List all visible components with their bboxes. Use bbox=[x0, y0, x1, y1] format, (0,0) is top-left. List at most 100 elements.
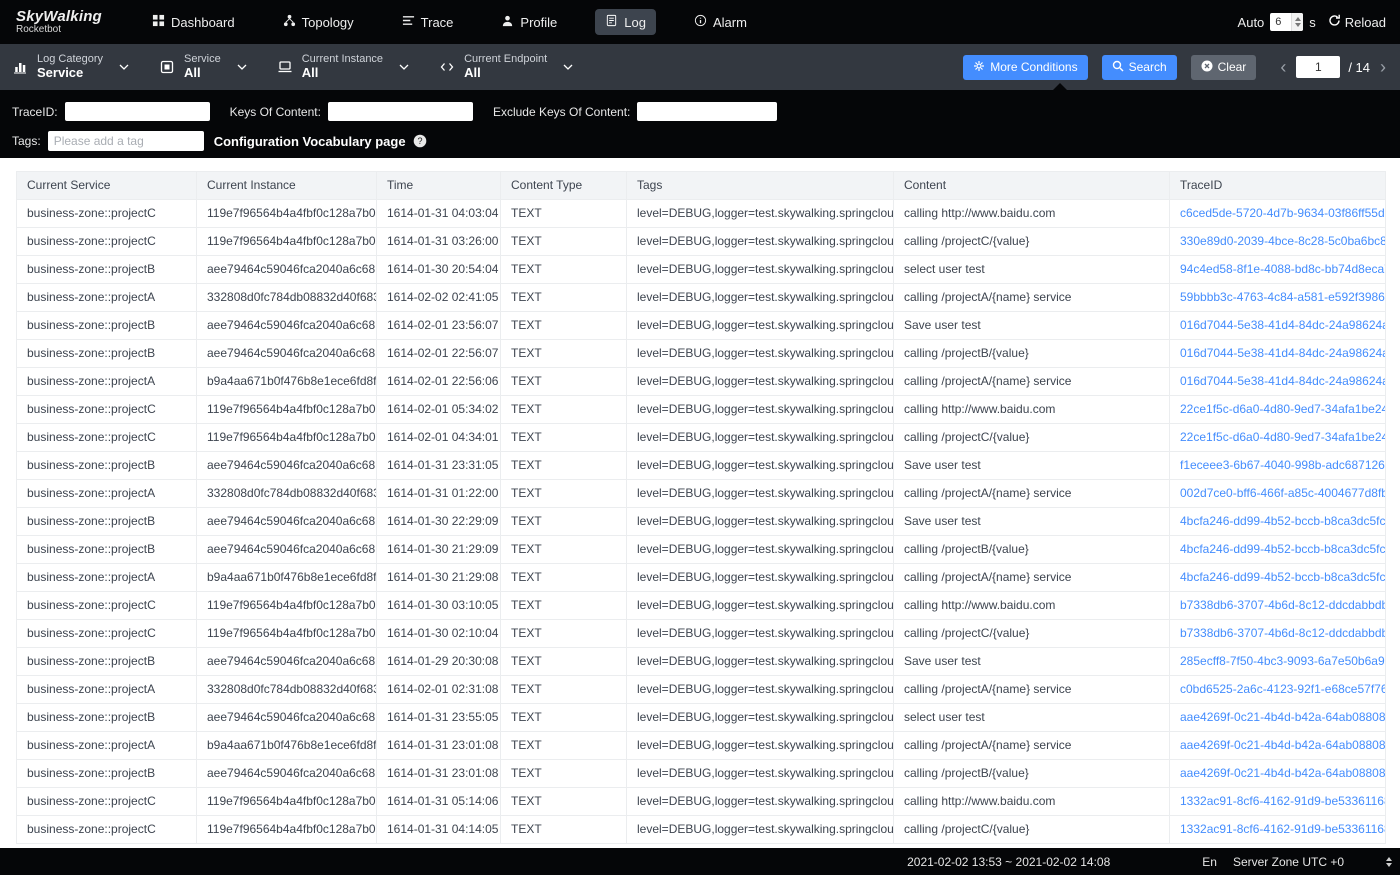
trace-id-link[interactable]: 1332ac91-8cf6-4162-91d9-be53361168a9 bbox=[1170, 816, 1386, 844]
service-selector[interactable]: Service All bbox=[159, 53, 247, 81]
table-cell: level=DEBUG,logger=test.skywalking.sprin… bbox=[627, 816, 894, 844]
log-category-selector[interactable]: Log Category Service bbox=[12, 53, 129, 81]
table-cell: calling /projectB/{value} bbox=[894, 536, 1170, 564]
next-page-button[interactable]: › bbox=[1378, 58, 1388, 76]
trace-id-link[interactable]: aae4269f-0c21-4b4d-b42a-64ab08808ac8 bbox=[1170, 704, 1386, 732]
trace-id-link[interactable]: aae4269f-0c21-4b4d-b42a-64ab08808ac8 bbox=[1170, 760, 1386, 788]
table-cell: calling /projectA/{name} service bbox=[894, 732, 1170, 760]
alarm-icon bbox=[694, 14, 707, 30]
trace-id-link[interactable]: aae4269f-0c21-4b4d-b42a-64ab08808ac8 bbox=[1170, 732, 1386, 760]
table-cell: TEXT bbox=[501, 452, 627, 480]
tags-label: Tags: bbox=[12, 134, 41, 148]
trace-id-link[interactable]: b7338db6-3707-4b6d-8c12-ddcdabbdb45a bbox=[1170, 592, 1386, 620]
chevron-down-icon bbox=[237, 64, 247, 70]
table-row: business-zone::projectBaee79464c59046fca… bbox=[17, 648, 1386, 676]
table-cell: business-zone::projectC bbox=[17, 788, 197, 816]
main-nav: Dashboard Topology Trace Profile Log Ala… bbox=[142, 9, 757, 35]
prev-page-button[interactable]: ‹ bbox=[1278, 58, 1288, 76]
table-cell: level=DEBUG,logger=test.skywalking.sprin… bbox=[627, 340, 894, 368]
table-cell: TEXT bbox=[501, 340, 627, 368]
server-zone-stepper[interactable] bbox=[1386, 857, 1392, 867]
table-cell: aee79464c59046fca2040a6c68... bbox=[197, 312, 377, 340]
clear-button[interactable]: Clear bbox=[1191, 55, 1257, 80]
auto-interval-input[interactable]: 6 bbox=[1270, 13, 1303, 31]
trace-id-link[interactable]: 94c4ed58-8f1e-4088-bd8c-bb74d8eca703 bbox=[1170, 256, 1386, 284]
conditions-row-2: Tags: Configuration Vocabulary page ? bbox=[12, 131, 1388, 151]
trace-id-link[interactable]: 22ce1f5c-d6a0-4d80-9ed7-34afa1be2490 bbox=[1170, 424, 1386, 452]
profile-icon bbox=[501, 14, 514, 30]
table-cell: level=DEBUG,logger=test.skywalking.sprin… bbox=[627, 256, 894, 284]
table-cell: aee79464c59046fca2040a6c68... bbox=[197, 508, 377, 536]
trace-id-link[interactable]: 016d7044-5e38-41d4-84dc-24a98624a30e bbox=[1170, 340, 1386, 368]
filter-toolbar: Log Category Service Service All Current… bbox=[0, 44, 1400, 90]
table-cell: TEXT bbox=[501, 312, 627, 340]
trace-id-link[interactable]: 4bcfa246-dd99-4b52-bccb-b8ca3dc5fc94 bbox=[1170, 536, 1386, 564]
page-input[interactable] bbox=[1296, 56, 1340, 78]
table-cell: 119e7f96564b4a4fbf0c128a7b0... bbox=[197, 396, 377, 424]
reload-button[interactable]: Reload bbox=[1328, 14, 1386, 30]
clear-label: Clear bbox=[1218, 60, 1247, 74]
nav-item-topology[interactable]: Topology bbox=[273, 9, 364, 35]
header-right-controls: Auto 6 s Reload bbox=[1238, 13, 1400, 31]
trace-id-link[interactable]: 4bcfa246-dd99-4b52-bccb-b8ca3dc5fc94 bbox=[1170, 508, 1386, 536]
table-cell: 1614-01-30 21:29:08 bbox=[377, 564, 501, 592]
table-cell: b9a4aa671b0f476b8e1ece6fd8f... bbox=[197, 564, 377, 592]
nav-label: Topology bbox=[302, 15, 354, 30]
table-cell: TEXT bbox=[501, 508, 627, 536]
topology-icon bbox=[283, 14, 296, 30]
configuration-vocabulary-link[interactable]: Configuration Vocabulary page bbox=[214, 134, 406, 149]
table-cell: level=DEBUG,logger=test.skywalking.sprin… bbox=[627, 760, 894, 788]
nav-item-profile[interactable]: Profile bbox=[491, 9, 567, 35]
auto-interval-spinner[interactable] bbox=[1291, 13, 1303, 31]
table-cell: 1614-01-31 01:22:00 bbox=[377, 480, 501, 508]
trace-id-input[interactable] bbox=[65, 102, 210, 121]
nav-item-dashboard[interactable]: Dashboard bbox=[142, 9, 245, 35]
trace-id-link[interactable]: b7338db6-3707-4b6d-8c12-ddcdabbdb45a bbox=[1170, 620, 1386, 648]
trace-id-link[interactable]: c6ced5de-5720-4d7b-9634-03f86ff55d30 bbox=[1170, 200, 1386, 228]
trace-id-link[interactable]: 285ecff8-7f50-4bc3-9093-6a7e50b6a9a3 bbox=[1170, 648, 1386, 676]
trace-id-link[interactable]: 4bcfa246-dd99-4b52-bccb-b8ca3dc5fc94 bbox=[1170, 564, 1386, 592]
selector-value: Service bbox=[37, 66, 103, 81]
table-cell: level=DEBUG,logger=test.skywalking.sprin… bbox=[627, 732, 894, 760]
table-row: business-zone::projectC119e7f96564b4a4fb… bbox=[17, 816, 1386, 844]
current-endpoint-selector[interactable]: Current Endpoint All bbox=[439, 53, 573, 81]
help-question-icon[interactable]: ? bbox=[413, 134, 427, 148]
table-row: business-zone::projectC119e7f96564b4a4fb… bbox=[17, 788, 1386, 816]
trace-id-link[interactable]: 22ce1f5c-d6a0-4d80-9ed7-34afa1be2490 bbox=[1170, 396, 1386, 424]
table-cell: level=DEBUG,logger=test.skywalking.sprin… bbox=[627, 200, 894, 228]
table-cell: calling http://www.baidu.com bbox=[894, 200, 1170, 228]
exclude-keys-input[interactable] bbox=[637, 102, 777, 121]
table-cell: 1614-01-30 22:29:09 bbox=[377, 508, 501, 536]
trace-id-link[interactable]: 59bbbb3c-4763-4c84-a581-e592f39865bd bbox=[1170, 284, 1386, 312]
current-instance-selector[interactable]: Current Instance All bbox=[277, 53, 409, 81]
trace-id-link[interactable]: 016d7044-5e38-41d4-84dc-24a98624a30e bbox=[1170, 368, 1386, 396]
page-total-label: / 14 bbox=[1348, 60, 1370, 75]
table-cell: 332808d0fc784db08832d40f683... bbox=[197, 676, 377, 704]
search-label: Search bbox=[1129, 60, 1167, 74]
keys-of-content-input[interactable] bbox=[328, 102, 473, 121]
more-conditions-button[interactable]: More Conditions bbox=[963, 55, 1087, 80]
time-range-picker[interactable]: 2021-02-02 13:53 ~ 2021-02-02 14:08 bbox=[907, 855, 1110, 869]
tags-input[interactable] bbox=[48, 131, 204, 151]
nav-item-log[interactable]: Log bbox=[595, 9, 656, 35]
skywalking-logo: SkyWalking Rocketbot bbox=[0, 9, 120, 35]
trace-id-link[interactable]: f1eceee3-6b67-4040-998b-adc6871261c1 bbox=[1170, 452, 1386, 480]
table-cell: 1614-02-01 22:56:06 bbox=[377, 368, 501, 396]
endpoint-code-icon bbox=[439, 59, 455, 75]
trace-id-link[interactable]: 1332ac91-8cf6-4162-91d9-be53361168a9 bbox=[1170, 788, 1386, 816]
search-button[interactable]: Search bbox=[1102, 55, 1177, 80]
nav-item-alarm[interactable]: Alarm bbox=[684, 9, 757, 35]
trace-id-link[interactable]: 016d7044-5e38-41d4-84dc-24a98624a30e bbox=[1170, 312, 1386, 340]
table-cell: TEXT bbox=[501, 284, 627, 312]
trace-id-link[interactable]: 002d7ce0-bff6-466f-a85c-4004677d8fbf bbox=[1170, 480, 1386, 508]
language-selector[interactable]: En bbox=[1202, 855, 1217, 869]
table-row: business-zone::projectBaee79464c59046fca… bbox=[17, 340, 1386, 368]
table-cell: business-zone::projectB bbox=[17, 704, 197, 732]
table-cell: TEXT bbox=[501, 396, 627, 424]
table-cell: level=DEBUG,logger=test.skywalking.sprin… bbox=[627, 284, 894, 312]
trace-id-link[interactable]: 330e89d0-2039-4bce-8c28-5c0ba6bc8ce7 bbox=[1170, 228, 1386, 256]
table-cell: calling /projectC/{value} bbox=[894, 228, 1170, 256]
nav-item-trace[interactable]: Trace bbox=[392, 9, 464, 35]
trace-id-link[interactable]: c0bd6525-2a6c-4123-92f1-e68ce57f767d bbox=[1170, 676, 1386, 704]
column-header: Tags bbox=[627, 172, 894, 200]
